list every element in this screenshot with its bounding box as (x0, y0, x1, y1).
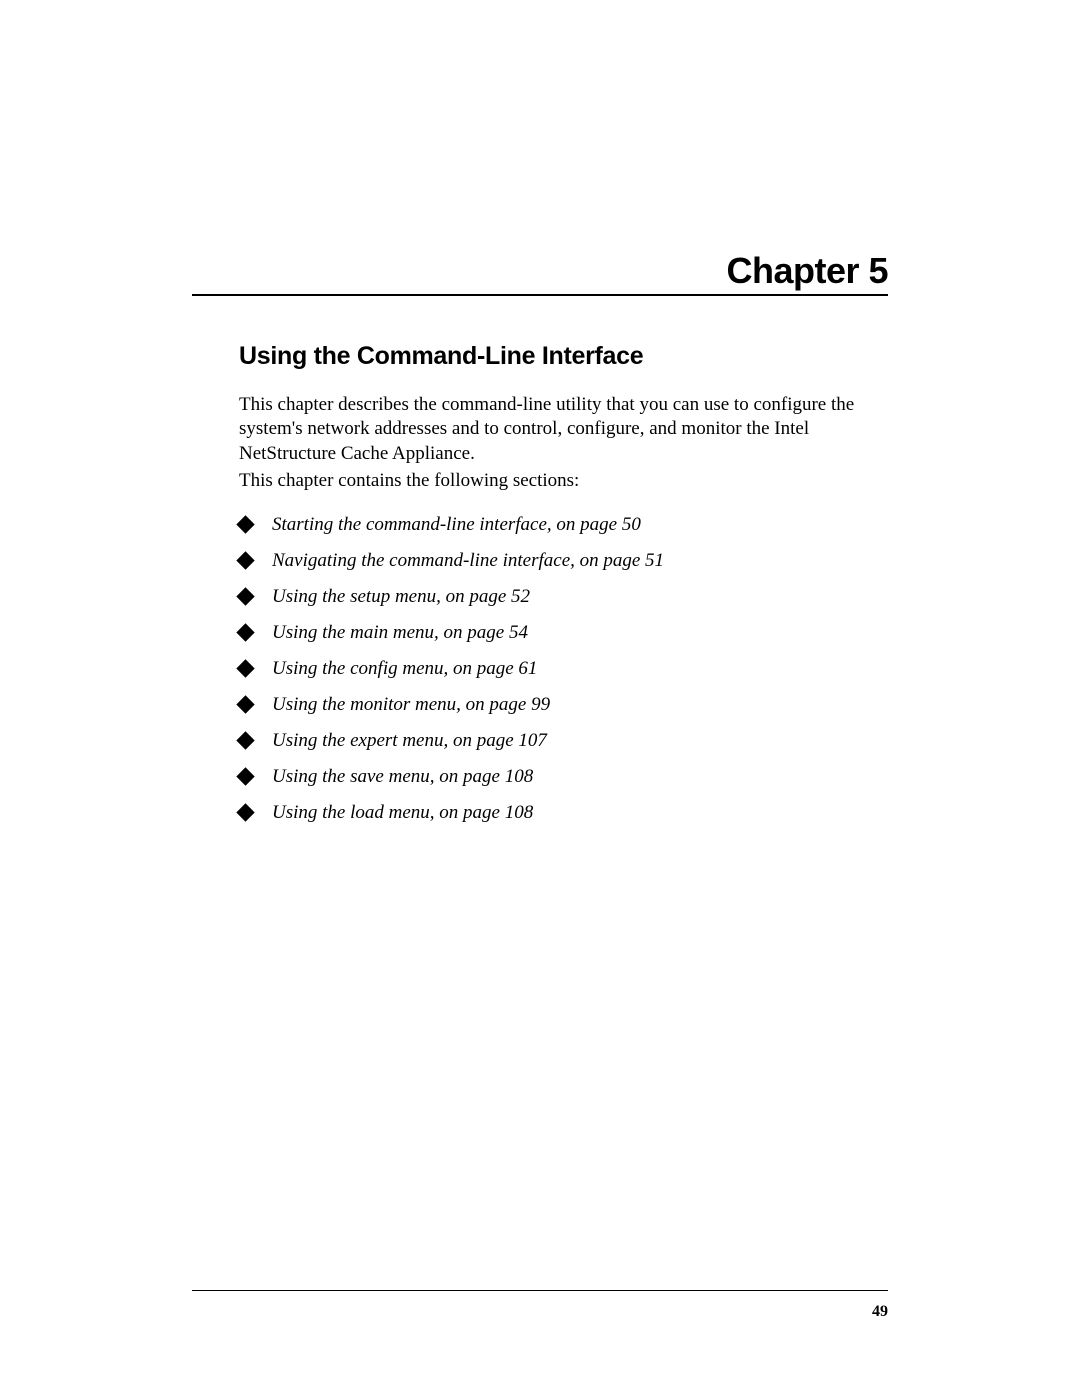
diamond-bullet-icon (236, 731, 254, 749)
list-item: Using the monitor menu, on page 99 (239, 694, 881, 716)
list-item: Using the expert menu, on page 107 (239, 730, 881, 752)
list-item-text: Using the monitor menu, on page 99 (272, 694, 550, 716)
list-item: Navigating the command-line interface, o… (239, 550, 881, 572)
list-item-text: Using the config menu, on page 61 (272, 658, 537, 680)
diamond-bullet-icon (236, 695, 254, 713)
list-item: Using the load menu, on page 108 (239, 802, 881, 824)
list-item-text: Using the expert menu, on page 107 (272, 730, 547, 752)
document-page: Chapter 5 Using the Command-Line Interfa… (0, 0, 1080, 1397)
diamond-bullet-icon (236, 767, 254, 785)
list-item-text: Navigating the command-line interface, o… (272, 550, 664, 572)
list-item: Starting the command-line interface, on … (239, 514, 881, 536)
list-item-text: Using the main menu, on page 54 (272, 622, 528, 644)
diamond-bullet-icon (236, 659, 254, 677)
diamond-bullet-icon (236, 551, 254, 569)
section-title: Using the Command-Line Interface (239, 342, 643, 371)
diamond-bullet-icon (236, 587, 254, 605)
page-number: 49 (872, 1303, 888, 1321)
list-item-text: Using the load menu, on page 108 (272, 802, 533, 824)
list-item: Using the setup menu, on page 52 (239, 586, 881, 608)
chapter-label: Chapter 5 (726, 250, 888, 292)
intro-paragraph: This chapter describes the command-line … (239, 393, 881, 466)
list-item-text: Using the save menu, on page 108 (272, 766, 533, 788)
list-item-text: Using the setup menu, on page 52 (272, 586, 530, 608)
chapter-header: Chapter 5 (726, 250, 888, 292)
diamond-bullet-icon (236, 515, 254, 533)
footer-divider (192, 1290, 888, 1291)
diamond-bullet-icon (236, 803, 254, 821)
list-item: Using the main menu, on page 54 (239, 622, 881, 644)
sections-intro-text: This chapter contains the following sect… (239, 470, 579, 492)
list-item: Using the save menu, on page 108 (239, 766, 881, 788)
bullet-list: Starting the command-line interface, on … (239, 500, 881, 824)
diamond-bullet-icon (236, 623, 254, 641)
divider-line (192, 294, 888, 296)
list-item: Using the config menu, on page 61 (239, 658, 881, 680)
list-item-text: Starting the command-line interface, on … (272, 514, 641, 536)
